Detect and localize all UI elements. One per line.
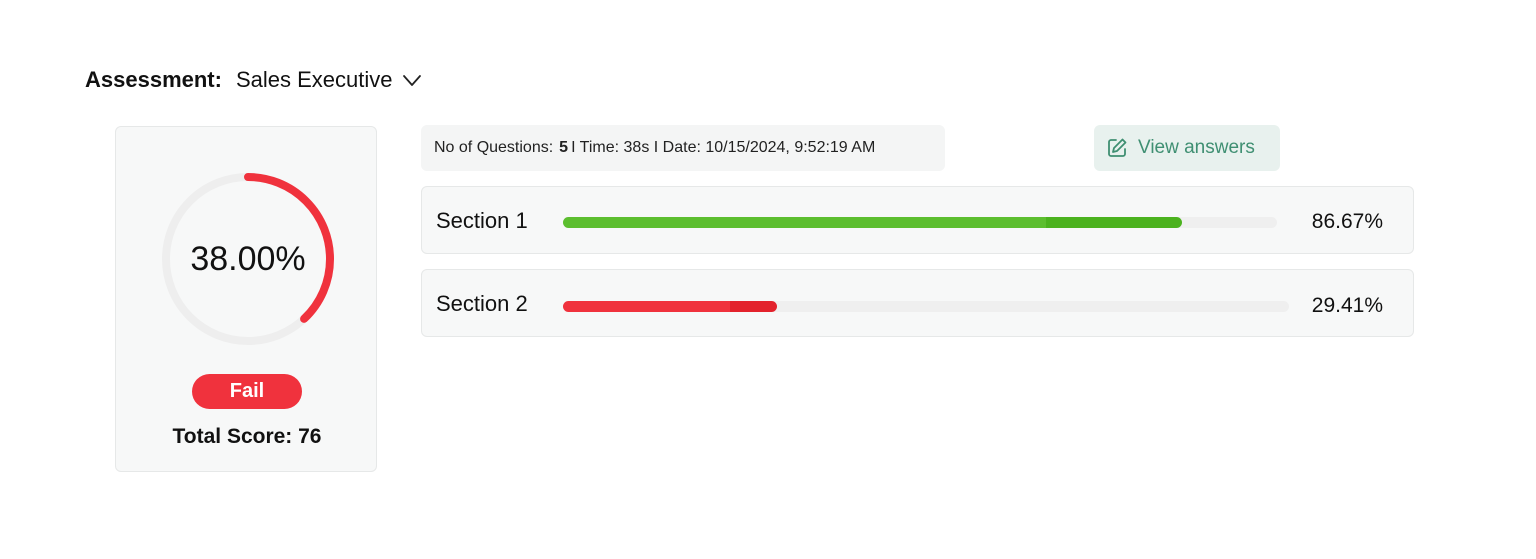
edit-icon — [1108, 138, 1127, 157]
assessment-header: Assessment: Sales Executive — [85, 64, 422, 96]
assessment-label: Assessment: — [85, 67, 222, 92]
assessment-meta: No of Questions: 5 I Time: 38s I Date: 1… — [421, 125, 945, 171]
section-name: Section 1 — [436, 208, 528, 233]
assessment-selected-value: Sales Executive — [235, 67, 393, 92]
questions-count: 5 — [559, 139, 569, 156]
chevron-down-icon — [403, 75, 422, 86]
section-row-1: Section 1 86.67% — [421, 186, 1414, 254]
assessment-select[interactable]: Sales Executive — [236, 67, 423, 93]
section-progress-track — [563, 217, 1277, 228]
total-score: Total Score: 76 — [172, 425, 322, 448]
questions-label: No of Questions: — [434, 139, 554, 156]
section-progress-track — [563, 301, 1289, 312]
score-percent: 38.00% — [190, 239, 306, 278]
section-percent: 86.67% — [1311, 210, 1383, 233]
view-answers-label: View answers — [1138, 137, 1255, 158]
section-progress-fill — [563, 301, 777, 312]
time-date-text: I Time: 38s I Date: 10/15/2024, 9:52:19 … — [571, 139, 876, 156]
section-row-2: Section 2 29.41% — [421, 269, 1414, 337]
view-answers-button[interactable]: View answers — [1094, 125, 1280, 171]
section-progress-fill — [563, 217, 1182, 228]
section-name: Section 2 — [436, 291, 528, 316]
score-card: 38.00% Fail Total Score: 76 — [115, 126, 377, 472]
status-badge: Fail — [192, 374, 302, 409]
section-percent: 29.41% — [1311, 294, 1383, 317]
